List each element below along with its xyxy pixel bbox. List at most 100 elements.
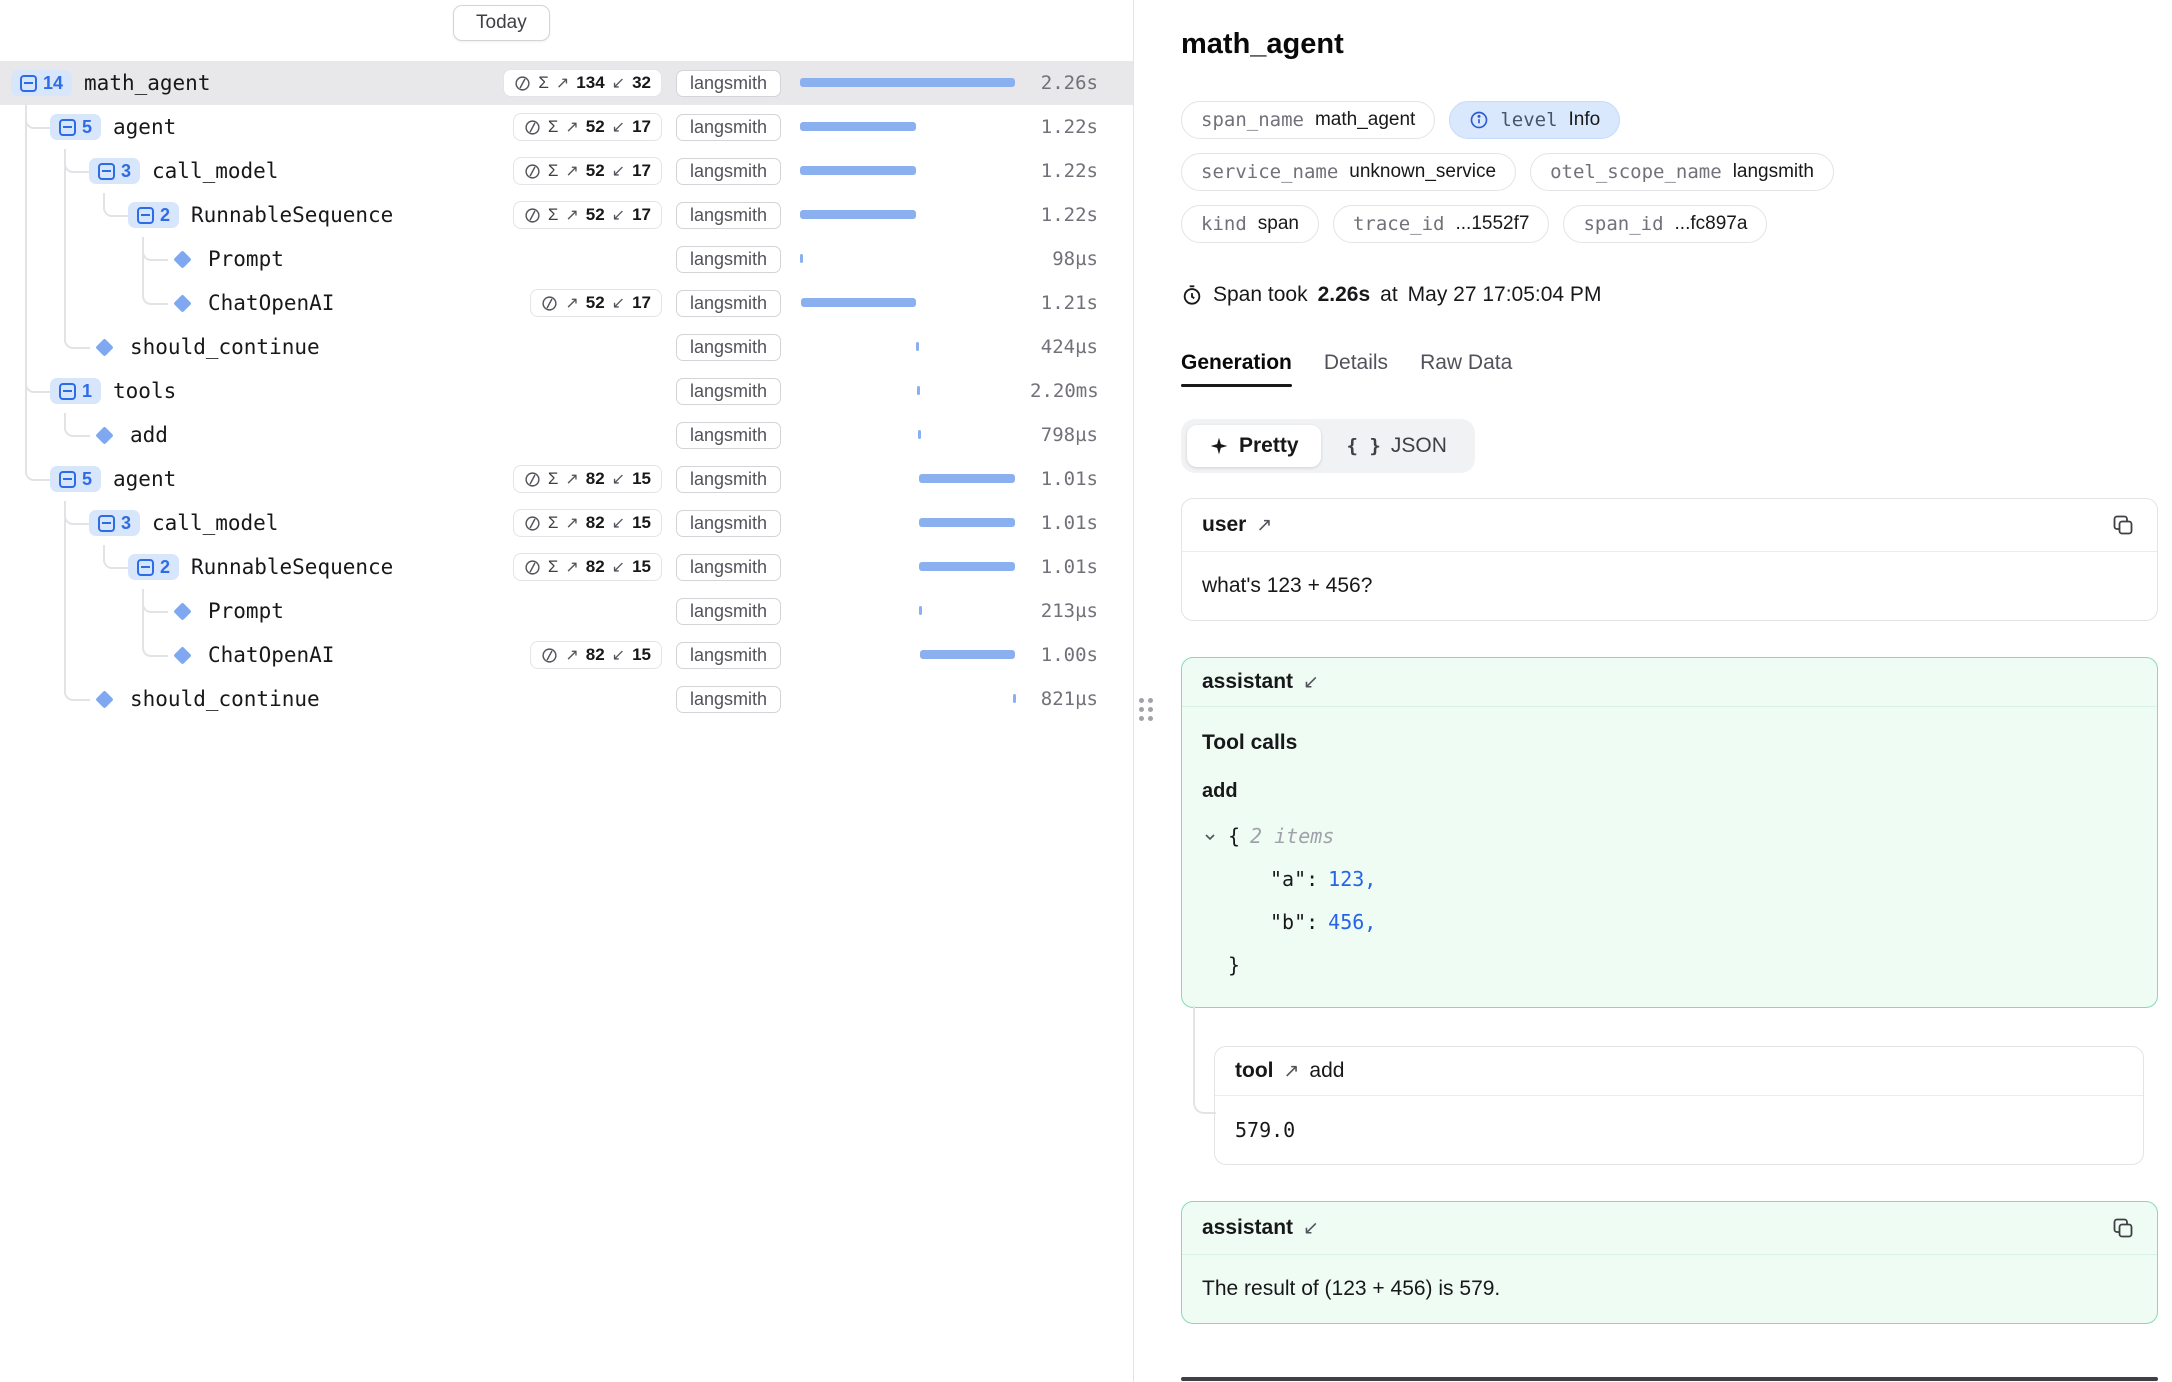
timing-prefix: Span took [1213, 283, 1308, 307]
collapse-count-badge[interactable]: 2 [128, 554, 179, 580]
trace-row[interactable]: ChatOpenAI ↗ 82 ↙ 15 langsmith [0, 633, 1133, 677]
token-usage-pill: ↗ 82 ↙ 15 [530, 641, 662, 669]
leaf-diamond-icon [95, 690, 113, 708]
input-tokens-arrow-icon: ↗ [565, 293, 578, 313]
tag-cell: langsmith [662, 642, 790, 669]
collapse-count-badge[interactable]: 1 [50, 378, 101, 404]
input-tokens-arrow-icon: ↗ [565, 645, 578, 665]
trace-row[interactable]: 5 agent Σ ↗ 82 ↙ 15 [0, 457, 1133, 501]
today-chip[interactable]: Today [453, 5, 550, 41]
tag-cell: langsmith [662, 378, 790, 405]
duration-bar [800, 210, 916, 219]
tree-indent [0, 611, 167, 612]
token-icon [524, 207, 541, 224]
trace-row[interactable]: 14 math_agent Σ ↗ 134 ↙ 32 [0, 61, 1133, 105]
trace-row[interactable]: Prompt langsmith 98µs [0, 237, 1133, 281]
trace-row[interactable]: add langsmith 798µs [0, 413, 1133, 457]
child-count: 1 [82, 382, 92, 400]
user-message-content: what's 123 + 456? [1182, 552, 2157, 620]
scope-tag: langsmith [676, 158, 781, 185]
role-label: assistant [1202, 1216, 1293, 1240]
token-icon [541, 647, 558, 664]
collapse-count-badge[interactable]: 3 [89, 510, 140, 536]
span-duration: 1.01s [1030, 556, 1098, 578]
panel-divider [1133, 0, 1162, 1382]
timeline-cell [790, 457, 1030, 501]
langsmith-trace-view: Today 14 math_agent [0, 0, 2172, 1382]
tree-indent [0, 303, 167, 304]
horizontal-scrollbar[interactable] [1181, 1377, 2158, 1381]
trace-row[interactable]: ChatOpenAI ↗ 52 ↙ 17 langsmith [0, 281, 1133, 325]
span-duration: 1.22s [1030, 160, 1098, 182]
trace-row[interactable]: should_continue langsmith 821µs [0, 677, 1133, 721]
chevron-down-icon[interactable] [1202, 829, 1218, 845]
span-label-cell: 2 RunnableSequence [0, 202, 478, 228]
trace-row[interactable]: 5 agent Σ ↗ 52 ↙ 17 [0, 105, 1133, 149]
service-name-pill: service_name unknown_service [1181, 153, 1516, 191]
collapse-count-badge[interactable]: 5 [50, 466, 101, 492]
tab-generation[interactable]: Generation [1181, 351, 1292, 387]
pretty-view-button[interactable]: Pretty [1187, 425, 1321, 467]
trace-row[interactable]: 3 call_model Σ ↗ 52 ↙ 17 [0, 149, 1133, 193]
panel-resize-handle[interactable] [1139, 698, 1153, 721]
trace-row[interactable]: 1 tools langsmith 2.20ms [0, 369, 1133, 413]
collapse-count-badge[interactable]: 5 [50, 114, 101, 140]
span-duration: 1.01s [1030, 512, 1098, 534]
input-tokens-arrow-icon: ↗ [565, 557, 578, 577]
inbound-arrow-icon: ↙ [1303, 671, 1319, 694]
copy-button[interactable] [2109, 511, 2137, 539]
span-label-cell: 3 call_model [0, 510, 478, 536]
scope-tag: langsmith [676, 510, 781, 537]
trace-row[interactable]: 3 call_model Σ ↗ 82 ↙ 15 [0, 501, 1133, 545]
tag-cell: langsmith [662, 686, 790, 713]
token-cell: Σ ↗ 82 ↙ 15 [478, 553, 662, 581]
scope-tag: langsmith [676, 246, 781, 273]
token-cell: Σ ↗ 52 ↙ 17 [478, 201, 662, 229]
span-name: tools [113, 379, 176, 403]
copy-button[interactable] [2109, 1214, 2137, 1242]
tree-indent [0, 127, 50, 128]
token-usage-pill: ↗ 52 ↙ 17 [530, 289, 662, 317]
collapse-minus-icon [59, 383, 76, 400]
sigma-total-icon: Σ [548, 161, 559, 181]
token-cell: ↗ 82 ↙ 15 [478, 641, 662, 669]
trace-row[interactable]: should_continue langsmith 424µs [0, 325, 1133, 369]
span-label-cell: 3 call_model [0, 158, 478, 184]
input-tokens-count: 82 [586, 645, 605, 665]
span-name: math_agent [84, 71, 210, 95]
scope-tag: langsmith [676, 598, 781, 625]
duration-bar [800, 254, 803, 263]
copy-icon [2111, 1216, 2135, 1240]
timeline-track [800, 545, 1015, 589]
collapse-count-badge[interactable]: 3 [89, 158, 140, 184]
duration-bar [919, 474, 1015, 483]
tag-cell: langsmith [662, 598, 790, 625]
duration-bar [919, 606, 922, 615]
tag-cell: langsmith [662, 202, 790, 229]
span-label-cell: Prompt [0, 247, 478, 271]
tab-raw-data[interactable]: Raw Data [1420, 351, 1512, 387]
trace-row[interactable]: 2 RunnableSequence Σ ↗ 82 ↙ 15 [0, 545, 1133, 589]
span-name-pill: span_name math_agent [1181, 101, 1435, 139]
trace-row[interactable]: Prompt langsmith 213µs [0, 589, 1133, 633]
input-tokens-arrow-icon: ↗ [565, 469, 578, 489]
outbound-arrow-icon: ↗ [1256, 514, 1272, 537]
json-view-button[interactable]: { } JSON [1325, 425, 1469, 467]
scope-tag: langsmith [676, 422, 781, 449]
output-tokens-count: 32 [632, 73, 651, 93]
leaf-diamond-icon [173, 250, 191, 268]
sigma-total-icon: Σ [538, 73, 549, 93]
tool-result-content: 579.0 [1215, 1096, 2143, 1164]
timeline-track [800, 281, 1015, 325]
input-tokens-count: 52 [586, 117, 605, 137]
json-open-brace: { [1228, 815, 1240, 858]
tab-details[interactable]: Details [1324, 351, 1388, 387]
collapse-count-badge[interactable]: 14 [11, 70, 72, 96]
span-duration: 1.22s [1030, 204, 1098, 226]
sigma-total-icon: Σ [548, 469, 559, 489]
output-tokens-count: 15 [632, 645, 651, 665]
trace-row[interactable]: 2 RunnableSequence Σ ↗ 52 ↙ 17 [0, 193, 1133, 237]
span-label-cell: ChatOpenAI [0, 291, 478, 315]
collapse-count-badge[interactable]: 2 [128, 202, 179, 228]
input-tokens-count: 52 [586, 205, 605, 225]
